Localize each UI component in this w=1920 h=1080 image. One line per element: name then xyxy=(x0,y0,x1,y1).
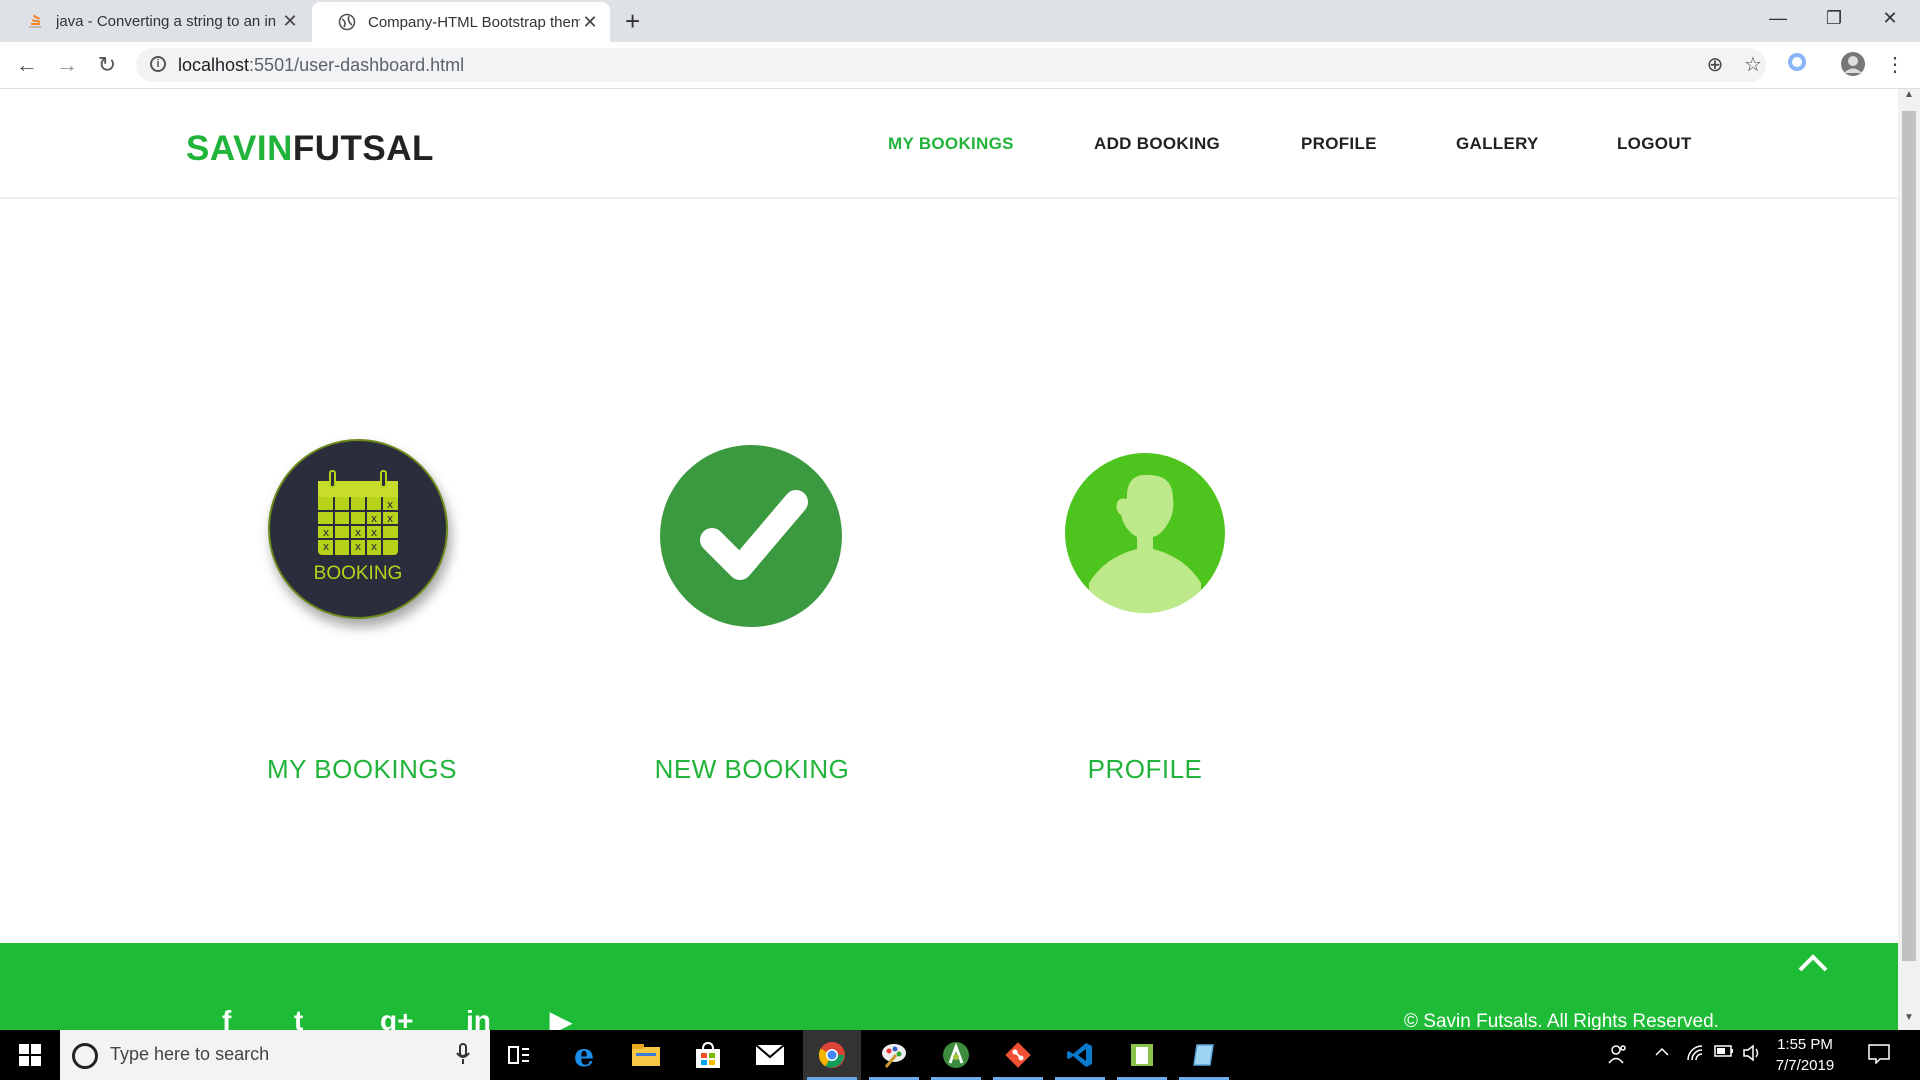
notepad-icon[interactable] xyxy=(1175,1030,1233,1080)
browser-tab-stackoverflow[interactable]: java - Converting a string to an in ✕ xyxy=(0,0,310,42)
url-text[interactable]: localhost:5501/user-dashboard.html xyxy=(178,55,464,76)
browser-toolbar: ← → ↻ i localhost:5501/user-dashboard.ht… xyxy=(0,42,1920,89)
svg-text:x: x xyxy=(371,526,378,539)
svg-text:x: x xyxy=(371,512,378,525)
edge-browser-icon[interactable]: e xyxy=(555,1030,613,1080)
nav-gallery[interactable]: GALLERY xyxy=(1456,134,1539,154)
windows-start-icon[interactable] xyxy=(0,1030,60,1080)
chrome-icon[interactable] xyxy=(803,1030,861,1080)
card-label[interactable]: PROFILE xyxy=(1015,754,1275,785)
store-icon[interactable] xyxy=(679,1030,737,1080)
scroll-thumb[interactable] xyxy=(1902,111,1916,961)
nav-add-booking[interactable]: ADD BOOKING xyxy=(1094,134,1220,154)
calendar-booking-icon[interactable]: xxx xxx xxx BOOKING xyxy=(268,439,448,619)
window-close-button[interactable]: ✕ xyxy=(1862,0,1918,36)
address-bar[interactable]: i localhost:5501/user-dashboard.html ⊕ ☆ xyxy=(136,48,1766,82)
clock-date: 7/7/2019 xyxy=(1775,1057,1835,1074)
linkedin-icon[interactable]: in xyxy=(466,1005,491,1030)
nav-profile[interactable]: PROFILE xyxy=(1301,134,1377,154)
svg-text:x: x xyxy=(323,526,330,539)
menu-dots-icon[interactable]: ⋮ xyxy=(1882,52,1908,78)
globe-icon xyxy=(338,13,356,31)
site-header: SAVINFUTSAL MY BOOKINGS ADD BOOKING PROF… xyxy=(0,89,1898,199)
svg-text:x: x xyxy=(387,498,394,511)
nav-my-bookings[interactable]: MY BOOKINGS xyxy=(888,134,1014,154)
git-icon[interactable] xyxy=(989,1030,1047,1080)
wifi-icon[interactable] xyxy=(1686,1044,1704,1067)
page-scrollbar[interactable]: ▲ ▼ xyxy=(1898,89,1920,1030)
mail-icon[interactable] xyxy=(741,1030,799,1080)
card-label[interactable]: MY BOOKINGS xyxy=(232,754,492,785)
vscode-icon[interactable] xyxy=(1051,1030,1109,1080)
clock-time: 1:55 PM xyxy=(1777,1036,1833,1053)
card-label[interactable]: NEW BOOKING xyxy=(622,754,882,785)
people-icon[interactable] xyxy=(1608,1044,1628,1069)
tab-close-icon[interactable]: ✕ xyxy=(580,12,600,33)
zoom-icon[interactable]: ⊕ xyxy=(1702,52,1728,78)
svg-text:x: x xyxy=(387,512,394,525)
task-view-icon[interactable] xyxy=(490,1030,548,1080)
site-footer: f t g+ in ▶ © Savin Futsals. All Rights … xyxy=(0,943,1898,1030)
site-logo[interactable]: SAVINFUTSAL xyxy=(186,129,434,169)
browser-tab-bar: java - Converting a string to an in ✕ Co… xyxy=(0,0,1920,42)
facebook-icon[interactable]: f xyxy=(222,1005,231,1030)
back-arrow-icon[interactable]: ← xyxy=(12,50,42,80)
copyright-text: © Savin Futsals. All Rights Reserved. xyxy=(1404,1011,1719,1030)
svg-text:x: x xyxy=(371,540,378,553)
scroll-up-arrow-icon[interactable]: ▲ xyxy=(1898,89,1920,107)
tab-title: java - Converting a string to an in xyxy=(56,12,277,30)
nav-logout[interactable]: LOGOUT xyxy=(1617,134,1692,154)
stackoverflow-icon xyxy=(26,12,44,30)
search-placeholder[interactable]: Type here to search xyxy=(110,1044,269,1065)
extension-icon[interactable] xyxy=(1784,52,1810,78)
tab-close-icon[interactable]: ✕ xyxy=(280,11,300,32)
action-center-icon[interactable] xyxy=(1868,1044,1890,1069)
web-page: SAVINFUTSAL MY BOOKINGS ADD BOOKING PROF… xyxy=(0,89,1898,1030)
tab-title: Company-HTML Bootstrap theme xyxy=(368,13,580,31)
youtube-icon[interactable]: ▶ xyxy=(550,1005,572,1030)
volume-icon[interactable] xyxy=(1742,1044,1762,1067)
user-avatar-icon[interactable] xyxy=(1065,453,1225,613)
scroll-down-arrow-icon[interactable]: ▼ xyxy=(1898,1012,1920,1030)
bookmark-star-icon[interactable]: ☆ xyxy=(1740,52,1766,78)
forward-arrow-icon[interactable]: → xyxy=(52,50,82,80)
android-studio-icon[interactable] xyxy=(927,1030,985,1080)
battery-icon[interactable] xyxy=(1714,1044,1734,1063)
minimize-button[interactable]: — xyxy=(1750,0,1806,36)
new-tab-button[interactable]: + xyxy=(625,6,640,37)
svg-text:x: x xyxy=(355,540,362,553)
booking-icon-text: BOOKING xyxy=(313,563,403,584)
maximize-button[interactable]: ❐ xyxy=(1806,0,1862,36)
file-explorer-icon[interactable] xyxy=(617,1030,675,1080)
browser-tab-company[interactable]: Company-HTML Bootstrap theme ✕ xyxy=(312,2,610,42)
checkmark-icon[interactable] xyxy=(660,445,842,627)
chevron-up-icon[interactable] xyxy=(1797,953,1829,978)
svg-text:x: x xyxy=(355,526,362,539)
reload-icon[interactable]: ↻ xyxy=(92,50,122,80)
system-clock[interactable]: 1:55 PM 7/7/2019 xyxy=(1770,1034,1840,1076)
profile-avatar-icon[interactable] xyxy=(1840,52,1866,78)
microphone-icon[interactable] xyxy=(456,1043,470,1070)
google-plus-icon[interactable]: g+ xyxy=(380,1005,413,1030)
svg-text:x: x xyxy=(323,540,330,553)
tray-chevron-up-icon[interactable] xyxy=(1654,1044,1670,1065)
notes-app-icon[interactable] xyxy=(1113,1030,1171,1080)
info-icon[interactable]: i xyxy=(150,56,166,72)
twitter-icon[interactable]: t xyxy=(294,1005,303,1030)
cortana-icon xyxy=(72,1043,98,1069)
windows-taskbar: Type here to search e 1:55 PM 7/7/2019 xyxy=(0,1030,1920,1080)
paint-icon[interactable] xyxy=(865,1030,923,1080)
taskbar-search-box[interactable]: Type here to search xyxy=(60,1030,490,1080)
